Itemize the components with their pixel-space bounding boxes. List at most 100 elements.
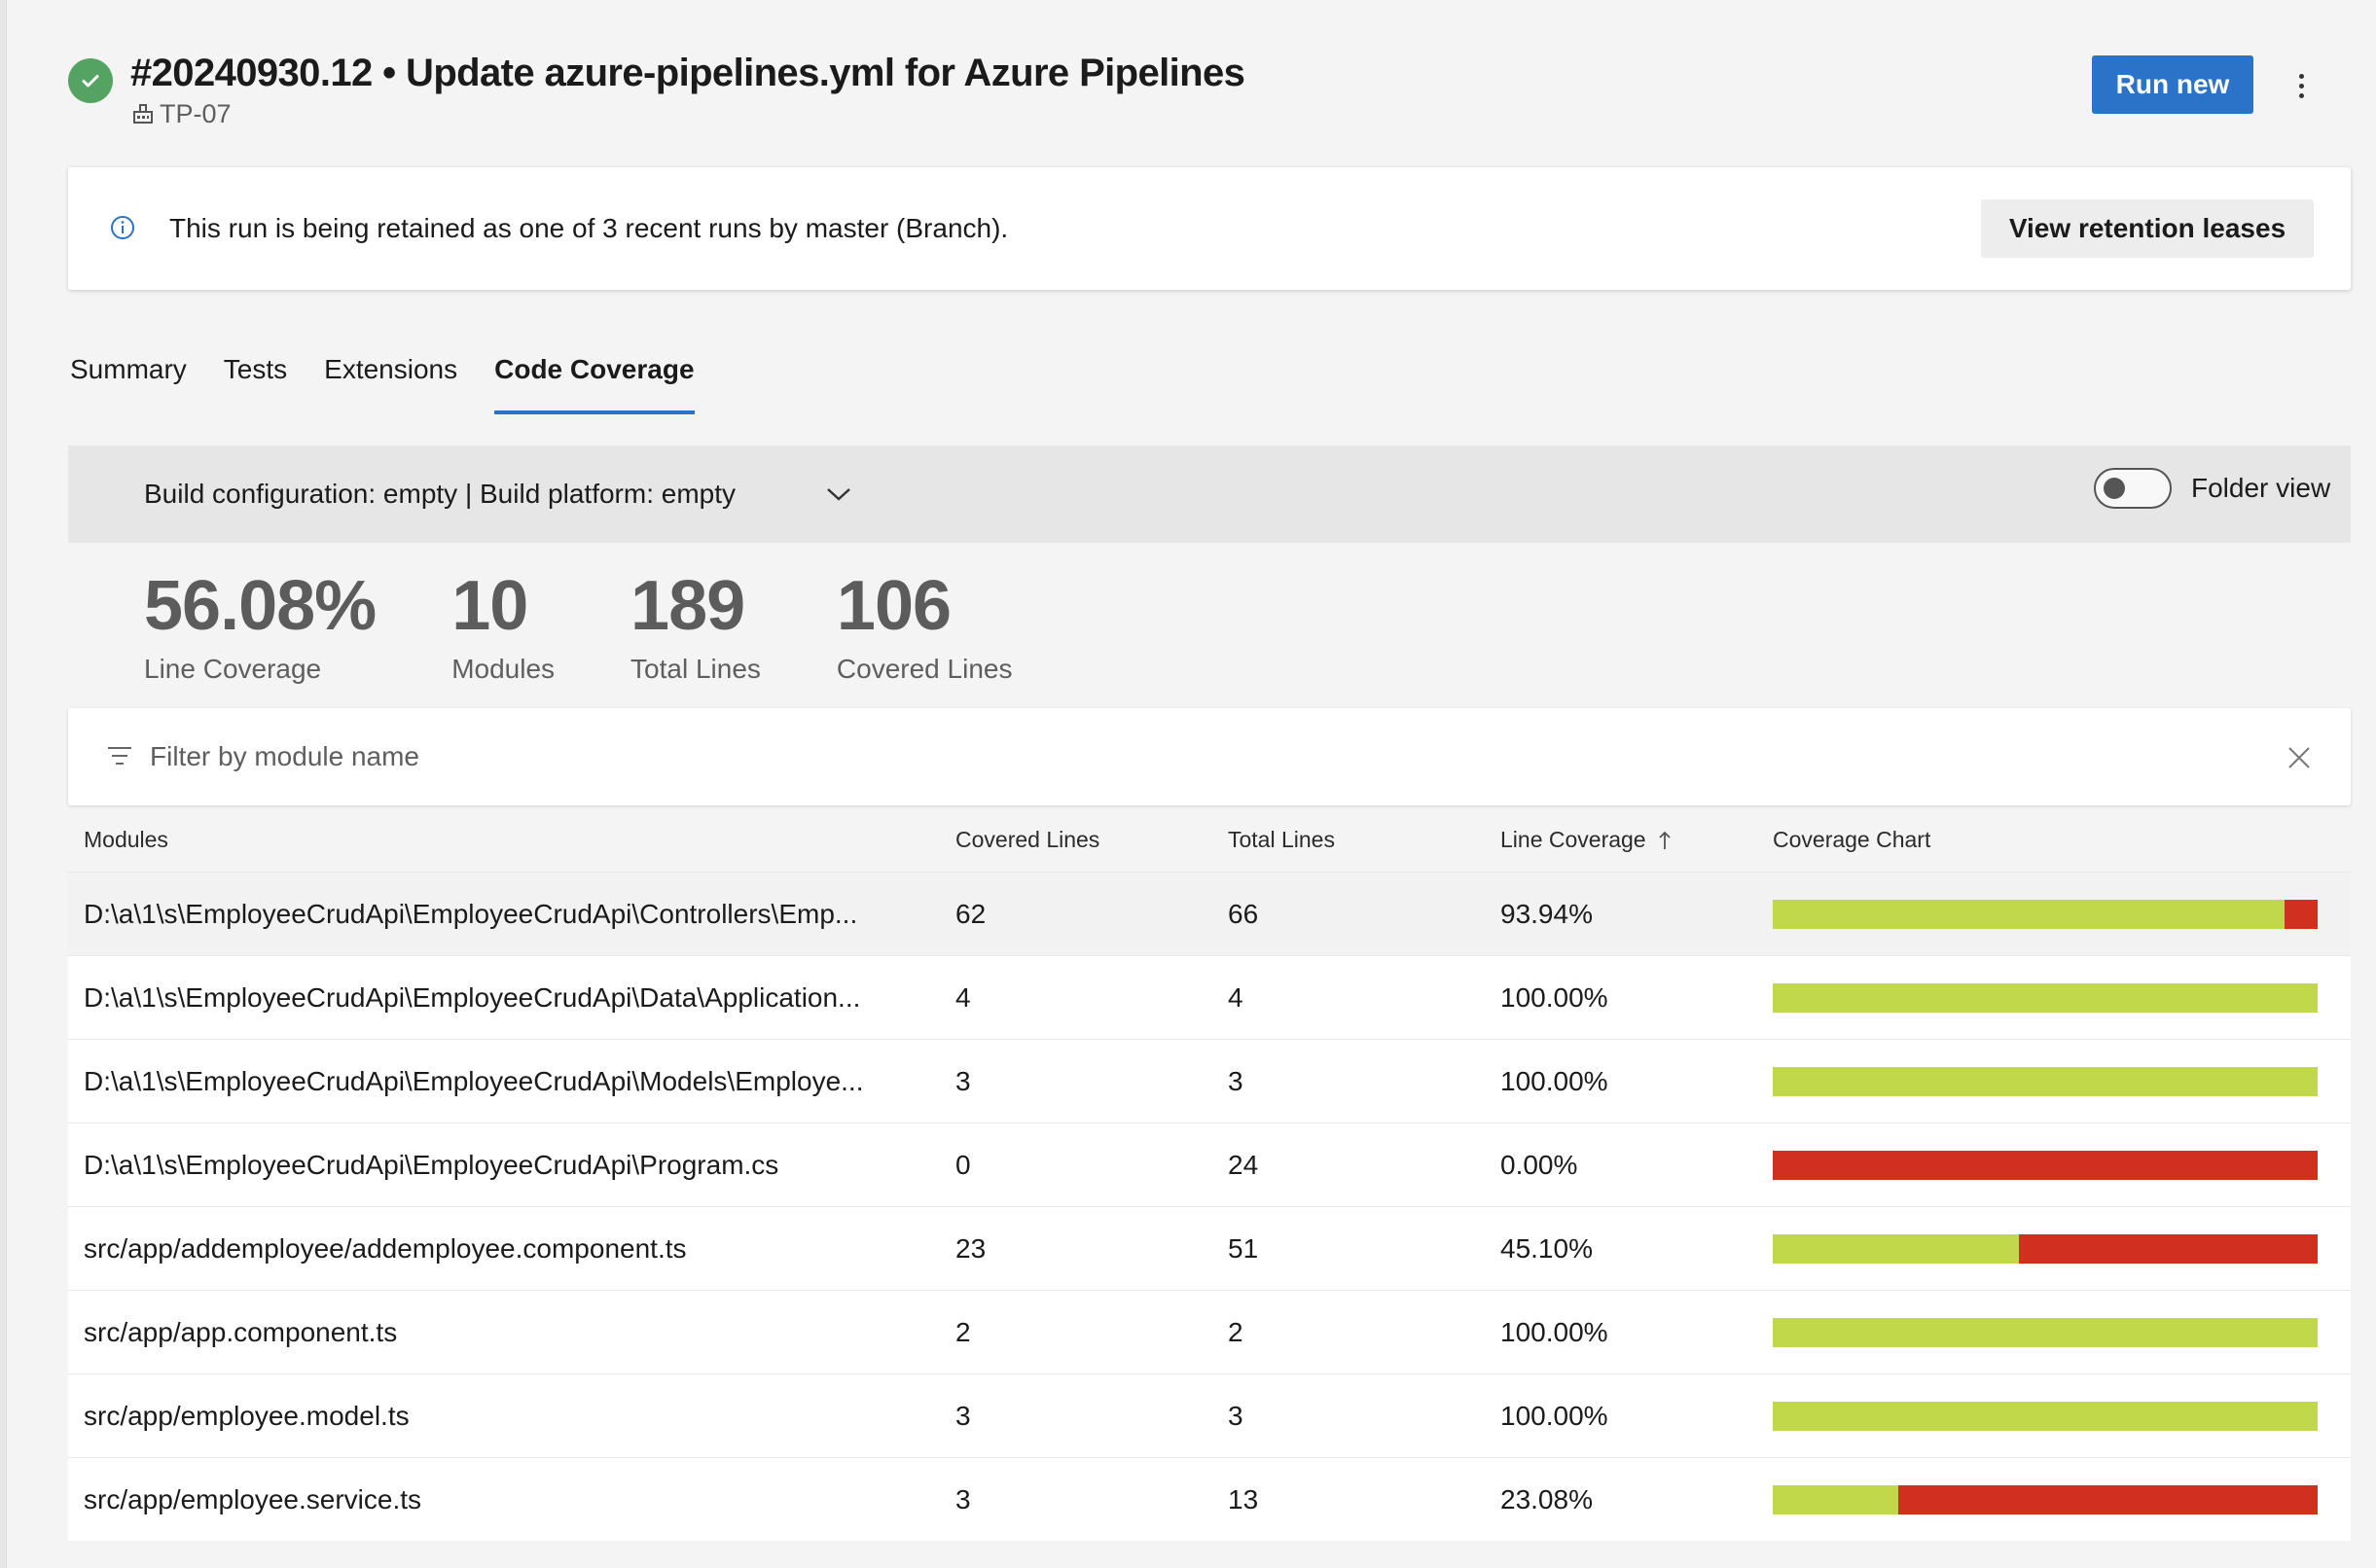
- covered-segment: [1773, 900, 2286, 929]
- stat-value: 56.08%: [144, 567, 377, 645]
- tab-extensions[interactable]: Extensions: [324, 350, 457, 414]
- line-coverage-value: 100.00%: [1500, 1317, 1608, 1347]
- stat-total-lines: 189 Total Lines: [630, 562, 761, 689]
- line-coverage-value: 93.94%: [1500, 899, 1593, 929]
- module-path: src/app/app.component.ts: [84, 1317, 398, 1347]
- module-filter-bar: [68, 708, 2351, 805]
- covered-lines-value: 2: [955, 1317, 971, 1347]
- table-row[interactable]: D:\a\1\s\EmployeeCrudApi\EmployeeCrudApi…: [68, 1123, 2351, 1206]
- total-lines-value: 4: [1228, 982, 1243, 1013]
- coverage-bar: [1773, 1402, 2318, 1431]
- stat-modules: 10 Modules: [451, 562, 555, 689]
- column-total-lines[interactable]: Total Lines: [1228, 827, 1335, 853]
- table-body: D:\a\1\s\EmployeeCrudApi\EmployeeCrudApi…: [68, 872, 2351, 1541]
- tab-tests[interactable]: Tests: [224, 350, 287, 414]
- agent-info: TP-07: [132, 97, 232, 130]
- line-coverage-value: 100.00%: [1500, 1066, 1608, 1096]
- filter-icon: [108, 747, 131, 765]
- table-header: Modules Covered Lines Total Lines Line C…: [68, 807, 2351, 872]
- folder-view-toggle[interactable]: Folder view: [2094, 465, 2330, 512]
- table-row[interactable]: src/app/employee.model.ts 3 3 100.00%: [68, 1373, 2351, 1457]
- total-lines-value: 2: [1228, 1317, 1243, 1347]
- coverage-bar: [1773, 1067, 2318, 1096]
- run-page: #20240930.12 • Update azure-pipelines.ym…: [68, 0, 2351, 1568]
- stat-label: Modules: [451, 654, 556, 684]
- column-covered-lines[interactable]: Covered Lines: [955, 827, 1099, 853]
- line-coverage-value: 100.00%: [1500, 1401, 1608, 1431]
- module-path: src/app/employee.service.ts: [84, 1484, 422, 1515]
- total-lines-value: 24: [1228, 1150, 1259, 1180]
- configuration-bar: Build configuration: empty | Build platf…: [68, 445, 2351, 543]
- covered-segment: [1773, 1234, 2019, 1264]
- coverage-bar: [1773, 1485, 2318, 1515]
- agent-pool-icon: [133, 104, 153, 124]
- switch-knob: [2104, 478, 2125, 499]
- coverage-bar: [1773, 1318, 2318, 1347]
- stat-value: 10: [451, 567, 528, 645]
- stat-label: Total Lines: [630, 654, 761, 684]
- total-lines-value: 13: [1228, 1484, 1259, 1515]
- covered-lines-value: 3: [955, 1066, 971, 1096]
- build-configuration-value: Build configuration: empty | Build platf…: [144, 479, 737, 509]
- stat-line-coverage: 56.08% Line Coverage: [144, 562, 377, 689]
- more-actions-icon[interactable]: [2286, 66, 2316, 105]
- total-lines-value: 3: [1228, 1401, 1243, 1431]
- module-path: D:\a\1\s\EmployeeCrudApi\EmployeeCrudApi…: [84, 899, 858, 929]
- module-path: D:\a\1\s\EmployeeCrudApi\EmployeeCrudApi…: [84, 982, 861, 1013]
- column-line-coverage-label: Line Coverage: [1500, 827, 1646, 852]
- module-filter-input[interactable]: [150, 735, 1998, 778]
- folder-view-label: Folder view: [2191, 473, 2331, 503]
- table-row[interactable]: D:\a\1\s\EmployeeCrudApi\EmployeeCrudApi…: [68, 872, 2351, 955]
- line-coverage-value: 0.00%: [1500, 1150, 1578, 1180]
- stat-label: Line Coverage: [144, 654, 322, 684]
- column-line-coverage[interactable]: Line Coverage: [1500, 827, 1672, 853]
- covered-segment: [1773, 1402, 2318, 1431]
- run-new-button[interactable]: Run new: [2092, 55, 2253, 114]
- uncovered-segment: [2285, 900, 2318, 929]
- coverage-bar: [1773, 1151, 2318, 1180]
- covered-lines-value: 62: [955, 899, 987, 929]
- module-path: src/app/employee.model.ts: [84, 1401, 410, 1431]
- line-coverage-value: 45.10%: [1500, 1233, 1593, 1264]
- build-configuration-dropdown[interactable]: Build configuration: empty | Build platf…: [144, 475, 852, 514]
- view-retention-leases-button[interactable]: View retention leases: [1981, 199, 2314, 258]
- folder-view-switch[interactable]: [2094, 468, 2172, 509]
- covered-segment: [1773, 1067, 2318, 1096]
- table-row[interactable]: src/app/app.component.ts 2 2 100.00%: [68, 1290, 2351, 1373]
- coverage-bar: [1773, 983, 2318, 1013]
- total-lines-value: 3: [1228, 1066, 1243, 1096]
- uncovered-segment: [2018, 1234, 2318, 1264]
- coverage-bar: [1773, 1234, 2318, 1264]
- retention-message: This run is being retained as one of 3 r…: [169, 213, 1009, 243]
- covered-lines-value: 4: [955, 982, 971, 1013]
- covered-lines-value: 0: [955, 1150, 971, 1180]
- table-row[interactable]: D:\a\1\s\EmployeeCrudApi\EmployeeCrudApi…: [68, 955, 2351, 1039]
- module-path: D:\a\1\s\EmployeeCrudApi\EmployeeCrudApi…: [84, 1150, 779, 1180]
- uncovered-segment: [1898, 1485, 2318, 1515]
- table-row[interactable]: src/app/addemployee/addemployee.componen…: [68, 1206, 2351, 1290]
- success-check-icon: [68, 58, 113, 103]
- covered-lines-value: 3: [955, 1484, 971, 1515]
- stat-value: 106: [836, 567, 952, 645]
- tab-summary[interactable]: Summary: [70, 350, 187, 414]
- column-modules[interactable]: Modules: [84, 827, 950, 853]
- total-lines-value: 66: [1228, 899, 1259, 929]
- sort-ascending-icon: [1658, 831, 1671, 849]
- stat-value: 189: [630, 567, 745, 645]
- line-coverage-value: 23.08%: [1500, 1484, 1593, 1515]
- covered-segment: [1773, 983, 2318, 1013]
- table-row[interactable]: D:\a\1\s\EmployeeCrudApi\EmployeeCrudApi…: [68, 1039, 2351, 1123]
- covered-segment: [1773, 1318, 2318, 1347]
- stat-covered-lines: 106 Covered Lines: [837, 562, 1013, 689]
- info-icon: [111, 216, 134, 239]
- covered-segment: [1773, 1485, 1899, 1515]
- module-path: D:\a\1\s\EmployeeCrudApi\EmployeeCrudApi…: [84, 1066, 864, 1096]
- column-coverage-chart: Coverage Chart: [1773, 827, 1931, 852]
- table-row[interactable]: src/app/employee.service.ts 3 13 23.08%: [68, 1457, 2351, 1541]
- covered-lines-value: 3: [955, 1401, 971, 1431]
- coverage-stats: 56.08% Line Coverage 10 Modules 189 Tota…: [144, 562, 1088, 689]
- tab-code-coverage[interactable]: Code Coverage: [494, 350, 695, 414]
- chevron-down-icon: [827, 488, 850, 501]
- coverage-table: Modules Covered Lines Total Lines Line C…: [68, 807, 2351, 1541]
- close-icon[interactable]: [2286, 745, 2312, 770]
